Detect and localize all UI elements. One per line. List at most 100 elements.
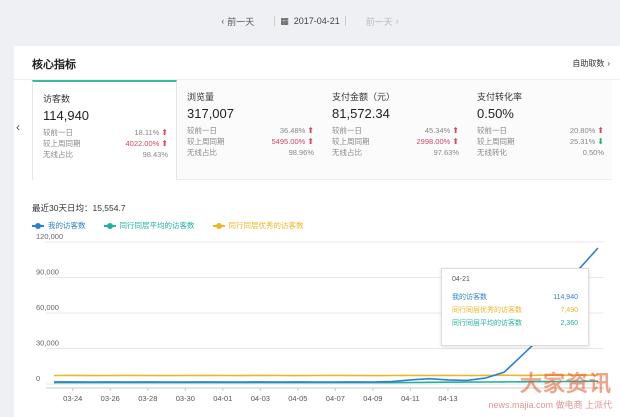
chevron-right-icon: › [607,59,610,68]
metric-row-value: 25.31% ⬇ [570,136,604,147]
average-value: 15,554.7 [92,203,126,213]
metric-row-value: 36.48% ⬆ [280,125,314,136]
chevron-left-icon: ‹ [221,16,225,26]
x-tick-label: 04-07 [326,394,345,403]
metric-row: 无线占比 98.96% [187,147,314,158]
metric-row: 较前一日 45.34% ⬆ [332,125,459,136]
y-tick-label: 30,000 [36,339,59,348]
tooltip-value: 114,940 [553,294,578,301]
metric-row-number: 0.50% [582,148,604,157]
tooltip-row: 我的访客数 114,940 [452,291,578,304]
arrow-up-icon: ⬆ [307,126,314,135]
cards-prev-arrow-icon[interactable]: ‹ [16,120,20,134]
date-picker[interactable]: ▦ 2017-04-21 [274,16,346,27]
legend-swatch [103,222,116,229]
next-day-button[interactable]: 前一天 › [366,15,399,28]
arrow-up-icon: ⬆ [161,128,168,137]
x-tick-label: 04-11 [401,394,420,403]
metric-row-label: 无线占比 [187,148,217,157]
legend-label: 同行同层平均的访客数 [119,221,195,230]
metric-row-number: 97.63% [433,148,459,157]
arrow-up-icon: ⬆ [452,137,459,146]
watermark-sub2: 做电商 上派代 [555,400,612,410]
metric-row: 较上周同期 4022.00% ⬆ [43,138,168,149]
date-navigation: ‹ 前一天 ▦ 2017-04-21 前一天 › [0,0,620,42]
watermark-brand: 大家资讯 [519,371,612,396]
metric-row-value: 45.34% ⬆ [425,125,459,136]
arrow-down-icon: ⬇ [597,137,604,146]
average-label: 最近30天日均： [32,203,93,213]
metric-title: 访客数 [43,94,71,104]
tooltip-value: 7,490 [560,307,578,314]
metric-row-label: 无线占比 [43,150,73,159]
metric-card[interactable]: 支付金额（元） 81,572.34 较前一日 45.34% ⬆ 较上周同期 2998.00%… [322,80,467,180]
prev-day-button[interactable]: ‹ 前一天 [221,15,254,28]
metric-row-value: 98.96% [289,147,314,158]
prev-day-label: 前一天 [227,16,255,27]
metric-row-number: 18.11% [134,128,160,137]
chevron-right-icon: › [395,16,399,26]
metric-row: 无线占比 98.43% [43,149,168,160]
arrow-up-icon: ⬆ [161,139,168,148]
current-date: 2017-04-21 [293,16,340,26]
tooltip-label: 同行同层优秀的访客数 [452,307,522,314]
y-tick-label: 90,000 [36,268,59,277]
metric-value: 81,572.34 [332,106,390,121]
metric-row-label: 较上周同期 [477,137,515,146]
divider [344,16,346,26]
x-tick-label: 03-26 [101,394,120,403]
metric-card[interactable]: 支付转化率 0.50% 较前一日 20.80% ⬆ 较上周同期 25.31% ⬇ 无线转化 0.5… [467,80,612,180]
metric-row: 较前一日 20.80% ⬆ [477,125,604,136]
arrow-up-icon: ⬆ [597,126,604,135]
metric-row: 较上周同期 25.31% ⬇ [477,136,604,147]
x-tick-label: 03-30 [176,394,195,403]
legend-swatch [32,222,44,229]
calendar-icon: ▦ [280,15,289,26]
metric-row: 较前一日 18.11% ⬆ [43,127,168,138]
tooltip-value: 2,360 [560,320,578,327]
metric-row-number: 36.48% [279,126,306,135]
self-service-label: 自助取数 [572,59,605,68]
legend-swatch [212,222,225,229]
metric-row-number: 2998.00% [416,137,451,146]
metric-row-number: 98.43% [142,150,168,159]
legend-item[interactable]: 同行同层优秀的访客数 [212,220,304,231]
tooltip-label: 我的访客数 [452,294,487,301]
tooltip-label: 同行同层平均的访客数 [452,320,522,327]
metric-row-value: 98.43% [143,149,168,160]
core-metrics-panel: 核心指标 自助取数 › ‹ 访客数 114,940 较前一日 18.11% ⬆ 较上周同期… [14,46,620,417]
next-day-label: 前一天 [365,16,393,27]
metric-row-value: 2998.00% ⬆ [417,136,459,147]
metric-card[interactable]: 访客数 114,940 较前一日 18.11% ⬆ 较上周同期 4022.00% ⬆ 无线占比 9… [32,80,177,180]
y-tick-label: 0 [36,374,40,383]
tooltip-date: 04-21 [452,276,470,283]
legend-item[interactable]: 我的访客数 [32,220,86,231]
metric-row-label: 较前一日 [187,126,217,135]
x-tick-label: 04-09 [363,394,382,403]
watermark-sub: news.majia.com [488,400,553,410]
divider [274,16,276,26]
metric-row-number: 5495.00% [271,137,306,146]
x-tick-label: 04-05 [288,394,307,403]
chart-tooltip: 04-21 我的访客数 114,940 同行同层优秀的访客数 7,490 同行同层平均的… [441,268,589,346]
metric-row-value: 18.11% ⬆ [134,127,168,138]
metric-row-number: 4022.00% [125,139,160,148]
legend-item[interactable]: 同行同层平均的访客数 [103,220,195,231]
metric-row: 无线转化 0.50% [477,147,604,158]
metric-title: 支付转化率 [477,92,523,102]
metric-card[interactable]: 浏览量 317,007 较前一日 36.48% ⬆ 较上周同期 5495.00% ⬆ 无线占比 9… [177,80,322,180]
panel-header: 核心指标 自助取数 › [14,46,620,80]
self-service-data-button[interactable]: 自助取数 › [572,58,610,69]
metric-row-number: 98.96% [288,148,314,157]
thirty-day-average: 最近30天日均：15,554.7 [32,202,126,214]
metric-row-label: 无线转化 [477,148,507,157]
metric-row-label: 较上周同期 [43,139,81,148]
metric-row-label: 较上周同期 [187,137,225,146]
watermark-url: news.majia.com 做电商 上派代 [488,398,612,411]
tooltip-row: 同行同层平均的访客数 2,360 [452,317,578,330]
metric-value: 114,940 [43,108,90,123]
metric-row-label: 较前一日 [43,128,73,137]
legend-label: 我的访客数 [48,221,86,230]
metric-row: 较前一日 36.48% ⬆ [187,125,314,136]
y-tick-label: 60,000 [36,303,59,312]
